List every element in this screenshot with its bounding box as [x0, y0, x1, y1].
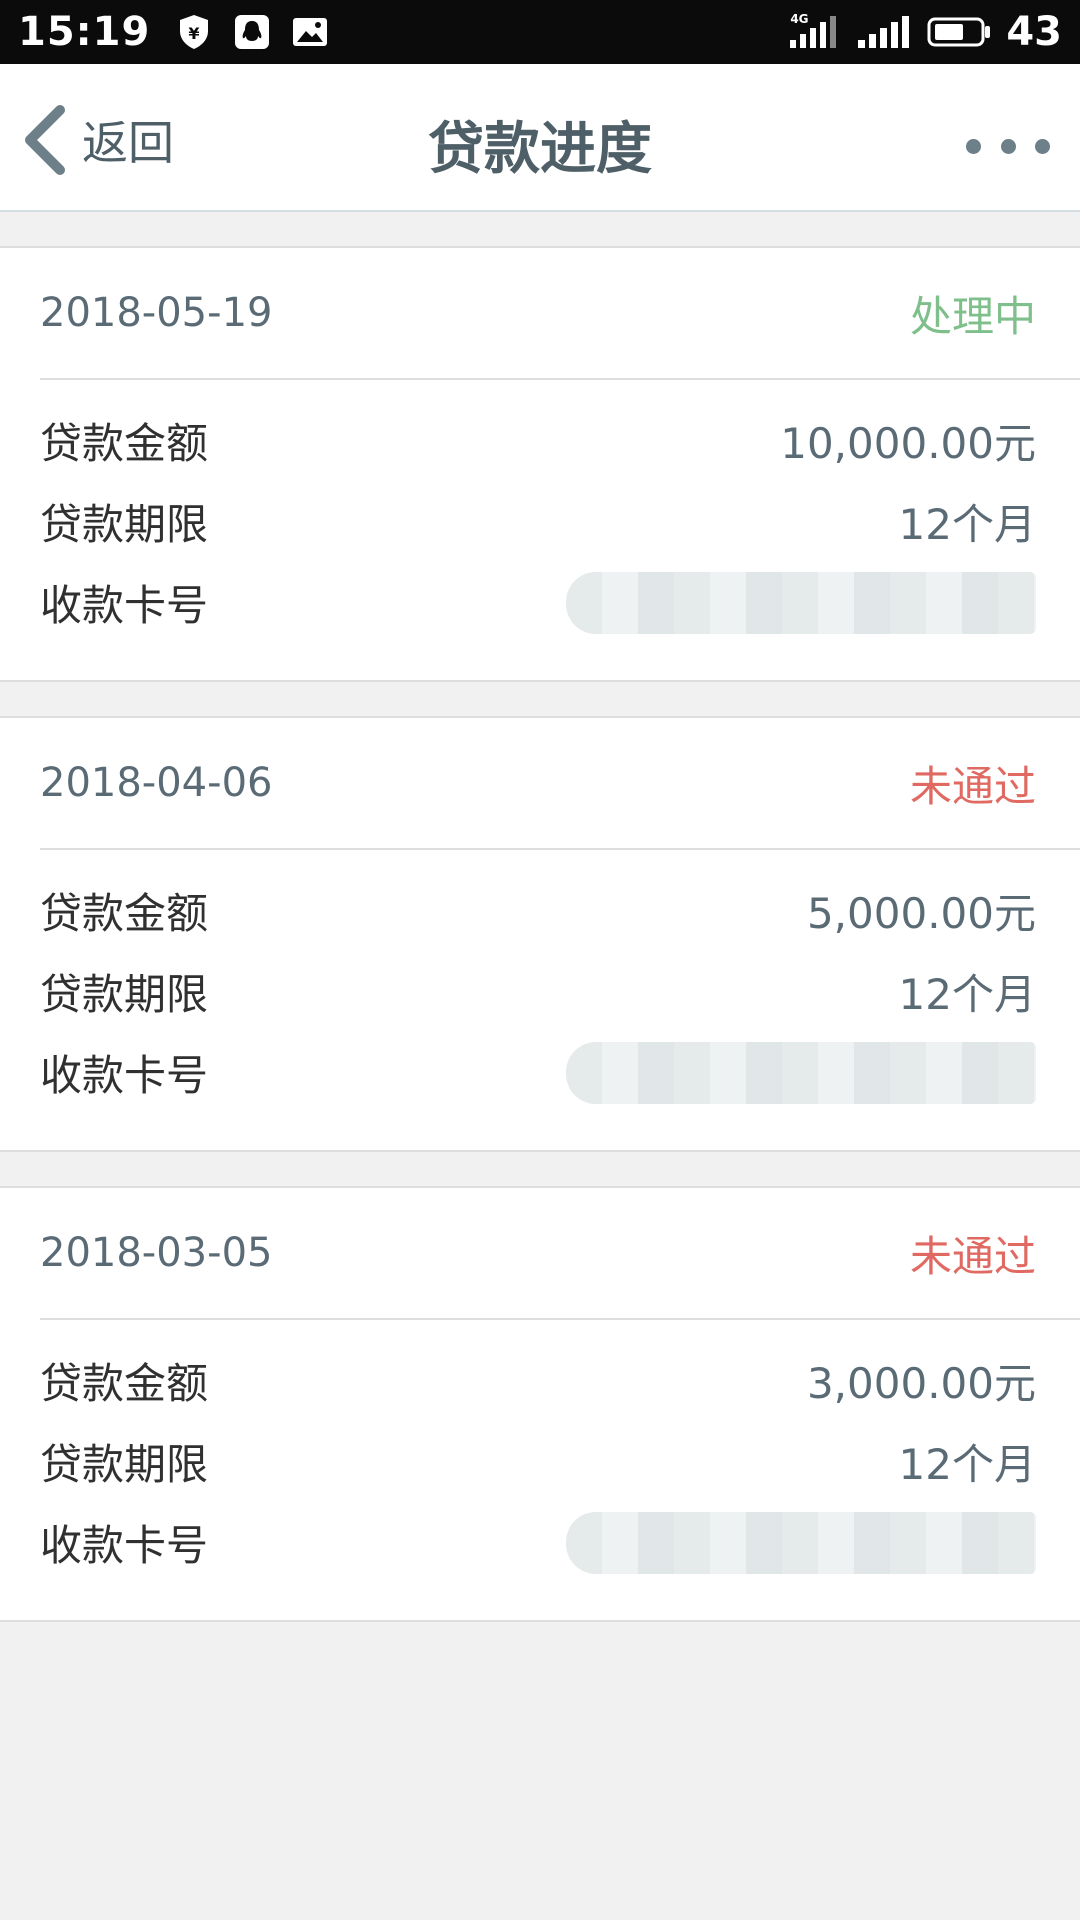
loan-amount-value: 3,000.00元: [806, 1359, 1036, 1408]
loan-term-row: 贷款期限 12个月: [40, 481, 1036, 562]
loan-card-body: 贷款金额 3,000.00元 贷款期限 12个月 收款卡号: [0, 1320, 1080, 1583]
loan-card[interactable]: 2018-05-19 处理中 贷款金额 10,000.00元 贷款期限 12个月…: [0, 246, 1080, 682]
loan-amount-label: 贷款金额: [40, 419, 209, 468]
loan-card-body: 贷款金额 10,000.00元 贷款期限 12个月 收款卡号: [0, 380, 1080, 643]
loan-card-header: 2018-03-05 未通过: [40, 1188, 1080, 1320]
card-number-mask: [566, 1511, 1036, 1574]
loan-card-number-label: 收款卡号: [40, 581, 209, 630]
loan-card[interactable]: 2018-03-05 未通过 贷款金额 3,000.00元 贷款期限 12个月 …: [0, 1186, 1080, 1622]
more-dots-icon: [966, 138, 981, 154]
loan-card-number-label: 收款卡号: [40, 1051, 209, 1100]
card-number-mask: [566, 571, 1036, 634]
loan-term-row: 贷款期限 12个月: [40, 951, 1036, 1032]
loan-amount-label: 贷款金额: [40, 889, 209, 938]
battery-level: 43: [1006, 9, 1062, 55]
loan-date: 2018-04-06: [40, 760, 273, 806]
loan-status: 处理中: [909, 291, 1036, 341]
status-notification-icons: ¥: [176, 14, 328, 50]
loan-term-label: 贷款期限: [40, 1440, 209, 1489]
status-time: 15:19: [18, 9, 151, 55]
loan-amount-row: 贷款金额 5,000.00元: [40, 870, 1036, 951]
svg-text:¥: ¥: [189, 24, 200, 43]
loan-status: 未通过: [909, 761, 1036, 811]
loan-list: 2018-05-19 处理中 贷款金额 10,000.00元 贷款期限 12个月…: [0, 212, 1080, 1622]
more-dot: [1000, 138, 1016, 154]
loan-amount-row: 贷款金额 3,000.00元: [40, 1340, 1036, 1421]
loan-term-value: 12个月: [898, 1440, 1036, 1489]
loan-date: 2018-03-05: [40, 1230, 273, 1276]
loan-amount-value: 10,000.00元: [780, 419, 1036, 468]
loan-card[interactable]: 2018-04-06 未通过 贷款金额 5,000.00元 贷款期限 12个月 …: [0, 716, 1080, 1152]
qq-penguin-icon: [234, 14, 270, 50]
loan-status: 未通过: [909, 1231, 1036, 1281]
loan-card-body: 贷款金额 5,000.00元 贷款期限 12个月 收款卡号: [0, 850, 1080, 1113]
loan-term-label: 贷款期限: [40, 970, 209, 1019]
image-icon: [292, 14, 328, 50]
status-bar: 15:19 ¥ 4G 43: [0, 0, 1080, 64]
more-dot: [1035, 138, 1050, 154]
loan-amount-value: 5,000.00元: [806, 889, 1036, 938]
shield-yuan-icon: ¥: [176, 14, 212, 50]
loan-card-number-label: 收款卡号: [40, 1521, 209, 1570]
signal-icon: [856, 14, 912, 50]
status-system-icons: 4G 43: [788, 9, 1062, 55]
signal-4g-icon: 4G: [788, 12, 842, 50]
page-title: 贷款进度: [428, 117, 652, 182]
loan-amount-label: 贷款金额: [40, 1359, 209, 1408]
card-number-mask: [566, 1041, 1036, 1104]
network-type-label: 4G: [790, 12, 809, 26]
loan-term-row: 贷款期限 12个月: [40, 1421, 1036, 1502]
battery-icon: [926, 14, 992, 50]
loan-term-value: 12个月: [898, 970, 1036, 1019]
loan-card-number-row: 收款卡号: [40, 562, 1036, 643]
loan-card-number-row: 收款卡号: [40, 1032, 1036, 1113]
more-button[interactable]: [966, 126, 1050, 166]
loan-card-header: 2018-05-19 处理中: [40, 248, 1080, 380]
loan-amount-row: 贷款金额 10,000.00元: [40, 400, 1036, 481]
title-bar: 返回 贷款进度: [0, 64, 1080, 212]
loan-card-header: 2018-04-06 未通过: [40, 718, 1080, 850]
loan-card-number-row: 收款卡号: [40, 1502, 1036, 1583]
loan-term-value: 12个月: [898, 500, 1036, 549]
loan-term-label: 贷款期限: [40, 500, 209, 549]
loan-date: 2018-05-19: [40, 290, 273, 336]
